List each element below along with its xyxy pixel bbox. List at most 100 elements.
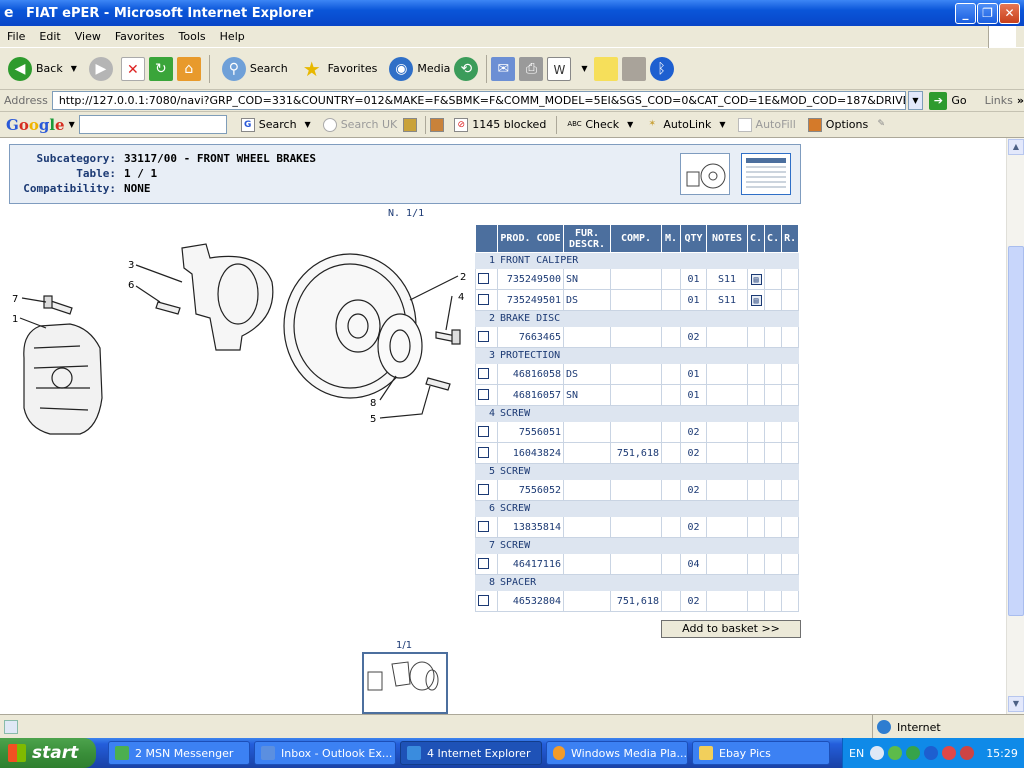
google-dropdown-icon[interactable]: ▼ (69, 120, 75, 129)
links-chevron-icon[interactable]: » (1017, 94, 1024, 107)
autofill-button[interactable]: AutoFill (732, 117, 802, 132)
folder-icon (699, 746, 713, 760)
check-dropdown-icon[interactable]: ▼ (627, 120, 633, 129)
row-checkbox[interactable] (478, 389, 489, 401)
task-windows-media-player[interactable]: Windows Media Pla... (546, 741, 688, 765)
row-checkbox[interactable] (478, 521, 489, 533)
task-ebay-pics[interactable]: Ebay Pics (692, 741, 830, 765)
search-uk-label: Search UK (340, 118, 398, 131)
menu-file[interactable]: File (0, 30, 32, 43)
fur-descr-cell (563, 421, 611, 443)
m-cell (661, 442, 681, 464)
history-icon[interactable]: ⟲ (454, 56, 479, 81)
edit-dropdown-icon[interactable]: ▼ (581, 64, 587, 73)
fur-descr-cell (563, 516, 611, 538)
menu-view[interactable]: View (68, 30, 108, 43)
table-view-button[interactable] (741, 153, 791, 195)
row-checkbox[interactable] (478, 426, 489, 438)
research-icon[interactable] (621, 56, 646, 81)
forward-button[interactable]: ▶ (85, 51, 121, 87)
m-cell (661, 268, 681, 290)
row-checkbox[interactable] (478, 447, 489, 459)
address-dropdown-icon[interactable]: ▼ (907, 91, 924, 110)
back-dropdown-icon[interactable]: ▼ (71, 64, 77, 73)
search-button[interactable]: ⚲ Search (218, 51, 292, 87)
google-logo[interactable]: Google (6, 116, 65, 134)
stop-icon[interactable]: ✕ (120, 56, 145, 81)
volume-icon[interactable] (942, 746, 957, 760)
minimize-button[interactable]: _ (955, 3, 976, 24)
network-icon[interactable] (888, 746, 903, 760)
autolink-label: AutoLink (663, 118, 712, 131)
google-search-input[interactable] (78, 115, 227, 134)
start-button[interactable]: start (0, 738, 96, 768)
print-icon[interactable]: ⎙ (519, 56, 544, 81)
table-row: 46417116 04 (475, 553, 800, 575)
page-info-icon[interactable] (403, 117, 418, 132)
edit-word-icon[interactable]: W (547, 56, 572, 81)
pencil-icon[interactable]: ✎ (874, 118, 888, 132)
note-icon[interactable] (593, 56, 618, 81)
options-button[interactable]: Options (802, 117, 874, 132)
google-search-button[interactable]: G Search ▼ (235, 117, 317, 132)
row-checkbox[interactable] (478, 484, 489, 496)
bluetooth-tray-icon[interactable] (924, 746, 939, 760)
refresh-icon[interactable]: ↻ (148, 56, 173, 81)
add-to-basket-button[interactable]: Add to basket >> (661, 620, 801, 638)
maximize-button[interactable]: ❐ (977, 3, 998, 24)
close-button[interactable]: ✕ (999, 3, 1020, 24)
tray-back-icon[interactable] (870, 746, 885, 760)
autolink-button[interactable]: ✶ AutoLink ▼ (639, 118, 731, 132)
task-internet-explorer[interactable]: 4 Internet Explorer (400, 741, 542, 765)
address-input[interactable]: http://127.0.0.1:7080/navi?GRP_COD=331&C… (51, 91, 906, 110)
task-label: 2 MSN Messenger (135, 746, 234, 760)
antivirus-icon[interactable] (960, 746, 975, 760)
task-outlook[interactable]: Inbox - Outlook Ex... (254, 741, 396, 765)
autolink-dropdown-icon[interactable]: ▼ (719, 120, 725, 129)
row-checkbox[interactable] (478, 331, 489, 343)
vertical-scrollbar[interactable]: ▲ ▼ (1006, 138, 1024, 714)
scroll-thumb[interactable] (1008, 246, 1024, 616)
row-checkbox[interactable] (478, 558, 489, 570)
group-name: SCREW (496, 463, 800, 480)
mail-icon[interactable]: ✉ (491, 56, 516, 81)
row-checkbox[interactable] (478, 368, 489, 380)
c2-cell (764, 421, 783, 443)
play-icon[interactable] (906, 746, 921, 760)
favorites-button[interactable]: ★ Favorites (296, 51, 382, 87)
drawing-view-button[interactable] (680, 153, 730, 195)
row-checkbox[interactable] (478, 294, 489, 306)
row-checkbox[interactable] (478, 273, 489, 285)
detail-image-icon[interactable]: ▤ (750, 294, 762, 306)
notes-cell (706, 363, 748, 385)
table-row: 7663465 02 (475, 326, 800, 348)
task-msn-messenger[interactable]: 2 MSN Messenger (108, 741, 250, 765)
address-url: http://127.0.0.1:7080/navi?GRP_COD=331&C… (58, 94, 906, 107)
row-checkbox[interactable] (478, 595, 489, 607)
go-button[interactable]: ➔ Go (929, 91, 967, 110)
search-dropdown-icon[interactable]: ▼ (305, 120, 311, 129)
drawing-thumbnail[interactable] (362, 652, 448, 714)
media-button[interactable]: ◉ Media (385, 51, 454, 87)
qty-cell: 01 (680, 268, 707, 290)
menu-tools[interactable]: Tools (172, 30, 213, 43)
row-select-cell (475, 590, 498, 612)
detail-image-icon[interactable]: ▤ (750, 273, 762, 285)
google-g-icon: G (240, 117, 255, 132)
scroll-down-button[interactable]: ▼ (1008, 696, 1024, 712)
c2-cell (764, 268, 783, 290)
menu-help[interactable]: Help (213, 30, 252, 43)
bluetooth-icon[interactable]: ᛒ (649, 56, 674, 81)
news-icon[interactable] (430, 117, 445, 132)
language-indicator[interactable]: EN (849, 747, 864, 760)
back-button[interactable]: ◀ Back ▼ (4, 51, 81, 87)
search-uk-button[interactable]: Search UK (317, 117, 404, 132)
menu-favorites[interactable]: Favorites (108, 30, 172, 43)
popup-blocker-button[interactable]: ⊘ 1145 blocked (448, 117, 552, 132)
toolbar-separator (208, 54, 210, 83)
menu-edit[interactable]: Edit (32, 30, 67, 43)
home-icon[interactable]: ⌂ (176, 56, 201, 81)
spellcheck-button[interactable]: ABC Check ▼ (561, 118, 639, 132)
scroll-up-button[interactable]: ▲ (1008, 139, 1024, 155)
links-label[interactable]: Links (985, 94, 1013, 107)
